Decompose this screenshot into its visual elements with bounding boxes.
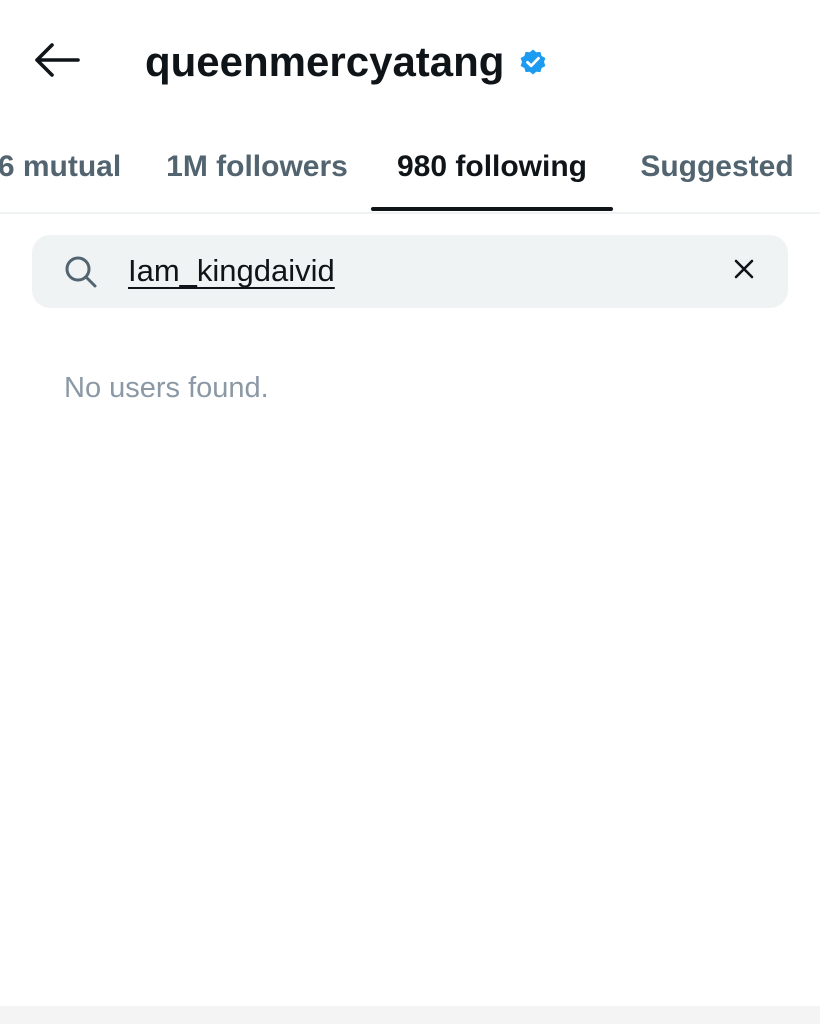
close-icon — [733, 258, 755, 285]
empty-state-text: No users found. — [64, 372, 269, 404]
arrow-left-icon — [32, 42, 80, 83]
username-title: queenmercyatang — [145, 38, 505, 85]
active-tab-indicator — [371, 207, 613, 211]
top-bar: queenmercyatang — [0, 0, 820, 124]
tab-suggested[interactable]: Suggested — [628, 124, 806, 210]
search-bar — [32, 235, 788, 308]
follow-tabs: 6 mutual 1M followers 980 following Sugg… — [0, 124, 820, 214]
verified-badge-icon — [518, 47, 548, 77]
profile-title: queenmercyatang — [145, 34, 548, 90]
tab-followers[interactable]: 1M followers — [158, 124, 356, 210]
clear-search-button[interactable] — [726, 253, 762, 289]
search-input[interactable] — [128, 247, 688, 295]
back-button[interactable] — [28, 38, 84, 86]
tab-mutual[interactable]: 6 mutual — [0, 124, 127, 210]
search-icon — [62, 253, 100, 291]
tab-following[interactable]: 980 following — [371, 124, 613, 210]
following-page: queenmercyatang 6 mutual 1M followers 98… — [0, 0, 820, 1024]
bottom-divider — [0, 1006, 820, 1024]
